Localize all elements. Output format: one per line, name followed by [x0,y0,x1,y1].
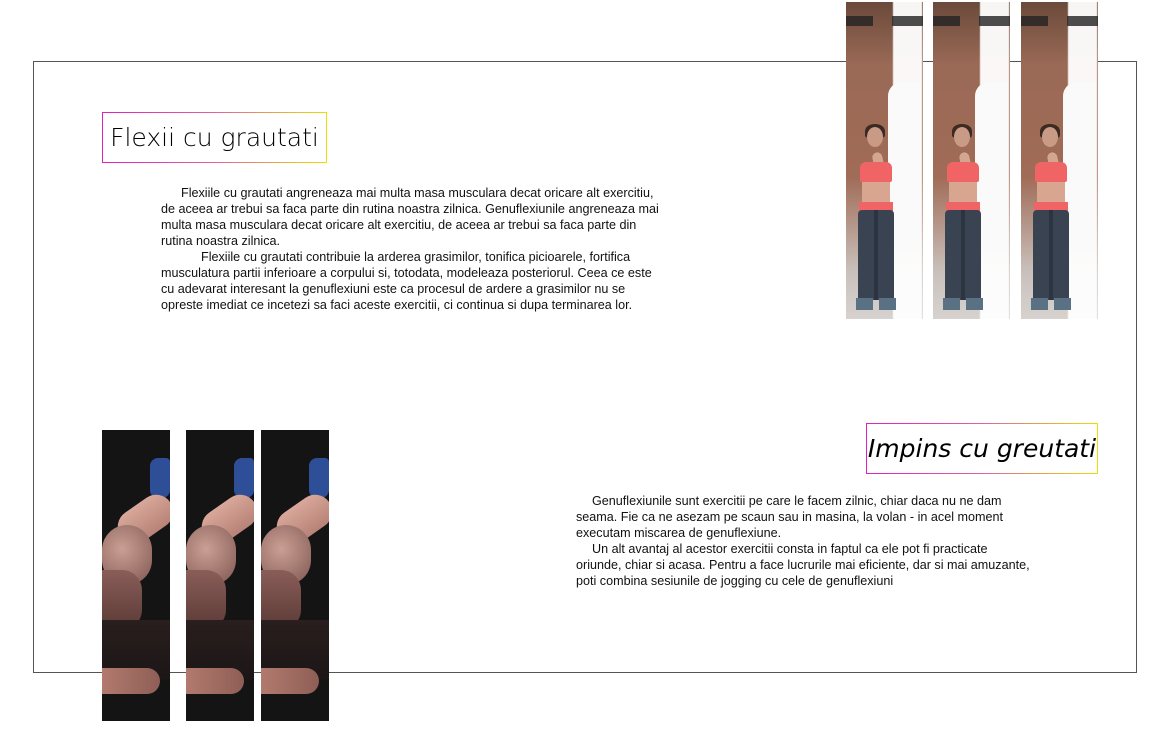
legs-photo-strip [186,430,254,721]
paragraph: Un alt avantaj al acestor exercitii cons… [576,542,1030,588]
legs-photo-strip [261,430,329,721]
section-text-impins: Genuflexiunile sunt exercitii pe care le… [576,493,1031,589]
woman-gym-photo-strip [1021,2,1098,319]
section-title-flexii: Flexii cu grautati [102,112,327,163]
paragraph: Genuflexiunile sunt exercitii pe care le… [576,494,1004,540]
woman-gym-photo-strip [846,2,923,319]
paragraph: Flexiile cu grautati angreneaza mai mult… [161,186,659,248]
paragraph: Flexiile cu grautati contribuie la arder… [161,250,652,312]
woman-gym-photo-strip [933,2,1010,319]
section-title-impins: Impins cu greutati [866,423,1098,474]
section-text-flexii: Flexiile cu grautati angreneaza mai mult… [161,185,661,313]
legs-photo-strip [102,430,170,721]
